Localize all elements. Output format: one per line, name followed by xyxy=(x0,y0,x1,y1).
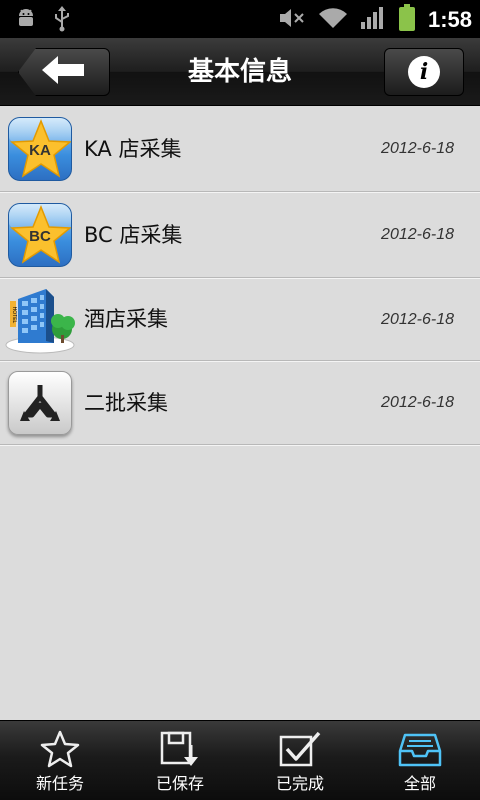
info-icon: i xyxy=(408,56,440,88)
usb-icon xyxy=(52,6,72,36)
save-icon xyxy=(158,729,202,773)
mute-icon xyxy=(278,6,306,34)
tab-label: 已保存 xyxy=(155,774,204,793)
tab-new-task[interactable]: 新任务 xyxy=(0,721,120,800)
star-ka-icon: KA xyxy=(8,117,72,181)
tab-completed[interactable]: 已完成 xyxy=(240,721,360,800)
tab-label: 新任务 xyxy=(35,774,84,793)
star-badge-text: BC xyxy=(29,228,51,245)
back-button[interactable] xyxy=(18,48,110,96)
list-item-date: 2012-6-18 xyxy=(381,311,454,328)
star-outline-icon xyxy=(38,729,82,773)
list-item-secondary[interactable]: 二批采集 2012-6-18 xyxy=(0,361,480,445)
signal-icon xyxy=(360,6,386,34)
svg-text:HOTEL: HOTEL xyxy=(11,307,17,324)
tab-label: 全部 xyxy=(403,774,436,793)
checkbox-icon xyxy=(277,729,323,773)
info-button[interactable]: i xyxy=(384,48,464,96)
tab-all[interactable]: 全部 xyxy=(360,721,480,800)
arrow-left-icon xyxy=(42,55,86,89)
tab-label: 已完成 xyxy=(275,774,324,793)
split-arrows-icon xyxy=(8,371,72,435)
list-item-label: 酒店采集 xyxy=(84,307,168,331)
list-item-ka[interactable]: KA KA 店采集 2012-6-18 xyxy=(0,106,480,192)
list-item-date: 2012-6-18 xyxy=(381,394,454,411)
list-item-date: 2012-6-18 xyxy=(381,226,454,243)
hotel-icon: HOTEL xyxy=(4,285,76,355)
list-item-hotel[interactable]: HOTEL 酒店采集 2012-6-18 xyxy=(0,278,480,361)
android-debug-icon xyxy=(14,6,38,36)
list-item-label: BC 店采集 xyxy=(84,223,183,247)
wifi-icon xyxy=(318,6,348,34)
star-badge-text: KA xyxy=(29,142,51,159)
status-time: 1:58 xyxy=(427,7,472,32)
title-bar: i xyxy=(0,38,480,106)
list-item-label: 二批采集 xyxy=(84,391,168,415)
list-item-label: KA 店采集 xyxy=(84,137,182,161)
list-item-date: 2012-6-18 xyxy=(381,140,454,157)
star-bc-icon: BC xyxy=(8,203,72,267)
tab-saved[interactable]: 已保存 xyxy=(120,721,240,800)
bottom-nav: 新任务 已保存 已完成 全部 xyxy=(0,720,480,800)
category-list: KA KA 店采集 2012-6-18 BC BC 店采集 2012-6-18 xyxy=(0,106,480,445)
status-bar: 1:58 xyxy=(0,0,480,38)
inbox-icon xyxy=(397,729,443,773)
list-item-bc[interactable]: BC BC 店采集 2012-6-18 xyxy=(0,192,480,278)
battery-icon xyxy=(398,4,416,36)
